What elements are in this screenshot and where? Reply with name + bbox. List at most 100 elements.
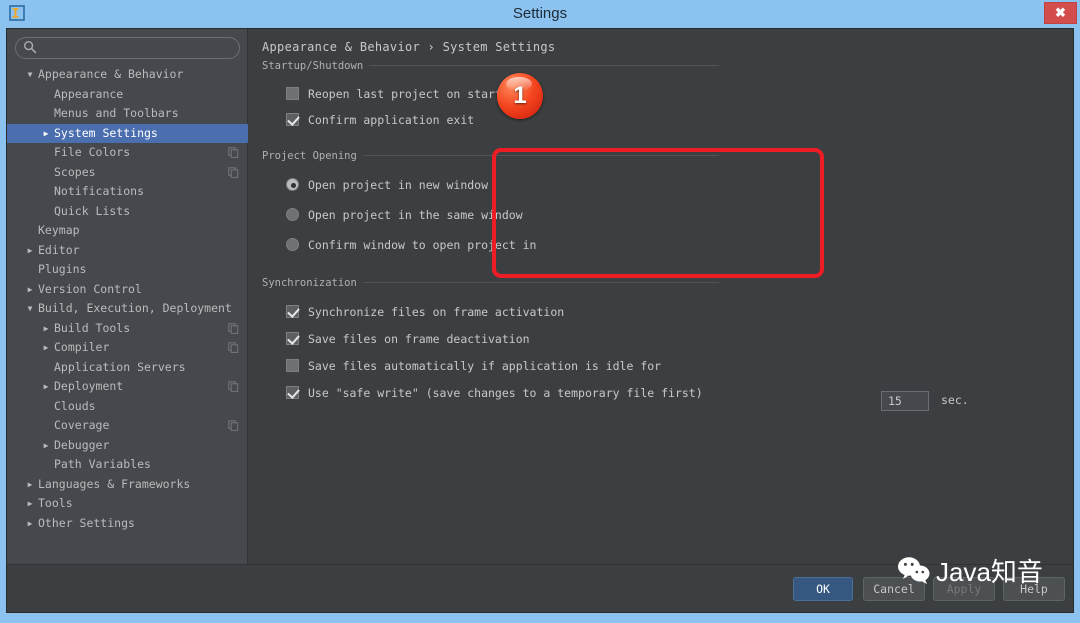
chevron-right-icon[interactable]: ▶ bbox=[24, 280, 36, 300]
settings-window: Settings ✖ ▼ Appearance & Behavior Appeara… bbox=[0, 0, 1080, 623]
dialog-button-bar: OK Cancel Apply Help bbox=[7, 564, 1073, 612]
chevron-right-icon[interactable]: ▶ bbox=[40, 377, 52, 397]
chevron-right-icon[interactable]: ▶ bbox=[24, 475, 36, 495]
copy-settings-icon[interactable] bbox=[228, 322, 239, 334]
sidebar-item-label: Compiler bbox=[54, 340, 110, 354]
sidebar-item-label: Deployment bbox=[54, 379, 124, 393]
highlight-box-project-opening bbox=[492, 148, 824, 278]
sidebar-item-languages-frameworks[interactable]: ▶ Languages & Frameworks bbox=[7, 475, 248, 495]
checkbox-synchronize-on-activation[interactable] bbox=[286, 305, 299, 318]
option-label: Confirm application exit bbox=[308, 113, 475, 127]
sidebar-item-label: Build, Execution, Deployment bbox=[38, 301, 232, 315]
section-rule-synchronization bbox=[359, 282, 719, 283]
ok-button[interactable]: OK bbox=[793, 577, 853, 601]
sidebar-item-application-servers[interactable]: Application Servers bbox=[7, 358, 248, 378]
window-title: Settings bbox=[512, 5, 568, 22]
checkbox-use-safe-write[interactable] bbox=[286, 386, 299, 399]
sidebar-item-label: Coverage bbox=[54, 418, 110, 432]
checkbox-save-automatically-idle[interactable] bbox=[286, 359, 299, 372]
copy-settings-icon[interactable] bbox=[228, 381, 239, 392]
option-label: Open project in the same window bbox=[308, 208, 523, 222]
sidebar-item-label: Scopes bbox=[54, 164, 96, 179]
chevron-right-icon[interactable]: ▶ bbox=[24, 241, 36, 261]
chevron-right-icon[interactable]: ▶ bbox=[40, 319, 52, 339]
chevron-right-icon[interactable]: ▶ bbox=[24, 514, 36, 534]
sidebar-item-label: Application Servers bbox=[54, 359, 186, 374]
sidebar-item-build-execution-deployment[interactable]: ▼ Build, Execution, Deployment bbox=[7, 299, 248, 319]
section-rule-startup bbox=[364, 65, 719, 66]
close-icon[interactable]: ✖ bbox=[1044, 2, 1077, 24]
search-field-wrapper bbox=[15, 36, 240, 59]
sidebar-item-appearance-behavior[interactable]: ▼ Appearance & Behavior bbox=[7, 65, 248, 85]
sidebar-item-label: Appearance bbox=[54, 86, 124, 101]
chevron-right-icon[interactable]: ▶ bbox=[24, 494, 36, 514]
copy-settings-icon[interactable] bbox=[228, 166, 239, 178]
annotation-badge-number: 1 bbox=[513, 82, 527, 109]
settings-sidebar: ▼ Appearance & Behavior Appearance Menus an… bbox=[7, 29, 248, 564]
sidebar-item-label: Plugins bbox=[38, 262, 87, 276]
checkbox-reopen-last-project[interactable] bbox=[286, 87, 299, 100]
sidebar-item-build-tools[interactable]: ▶ Build Tools bbox=[7, 319, 248, 339]
sidebar-item-label: Other Settings bbox=[38, 515, 135, 530]
sidebar-item-quick-lists[interactable]: Quick Lists bbox=[7, 202, 248, 222]
search-input[interactable] bbox=[15, 36, 240, 59]
option-label: Synchronize files on frame activation bbox=[308, 305, 565, 319]
idle-timeout-input[interactable] bbox=[881, 391, 929, 411]
sidebar-item-label: Menus and Toolbars bbox=[54, 106, 179, 120]
radio-open-project-new-window[interactable] bbox=[286, 178, 299, 191]
sidebar-item-label: System Settings bbox=[54, 125, 158, 140]
sidebar-item-appearance[interactable]: Appearance bbox=[7, 85, 248, 105]
sidebar-item-scopes[interactable]: Scopes bbox=[7, 163, 248, 183]
sidebar-item-keymap[interactable]: Keymap bbox=[7, 221, 248, 241]
sidebar-item-clouds[interactable]: Clouds bbox=[7, 397, 248, 417]
sidebar-item-menus-and-toolbars[interactable]: Menus and Toolbars bbox=[7, 104, 248, 124]
dialog-frame: ▼ Appearance & Behavior Appearance Menus an… bbox=[6, 28, 1074, 613]
sidebar-item-label: Path Variables bbox=[54, 457, 151, 471]
chevron-down-icon[interactable]: ▼ bbox=[24, 65, 36, 85]
sidebar-item-coverage[interactable]: Coverage bbox=[7, 416, 248, 436]
sidebar-item-editor[interactable]: ▶ Editor bbox=[7, 241, 248, 261]
sidebar-item-plugins[interactable]: Plugins bbox=[7, 260, 248, 280]
checkbox-save-on-deactivation[interactable] bbox=[286, 332, 299, 345]
sidebar-item-notifications[interactable]: Notifications bbox=[7, 182, 248, 202]
checkbox-confirm-application-exit[interactable] bbox=[286, 113, 299, 126]
apply-button: Apply bbox=[933, 577, 995, 601]
help-button[interactable]: Help bbox=[1003, 577, 1065, 601]
radio-open-project-same-window[interactable] bbox=[286, 208, 299, 221]
sidebar-item-compiler[interactable]: ▶ Compiler bbox=[7, 338, 248, 358]
sidebar-item-file-colors[interactable]: File Colors bbox=[7, 143, 248, 163]
section-title-startup: Startup/Shutdown bbox=[262, 60, 370, 72]
sidebar-item-system-settings[interactable]: ▶ System Settings bbox=[7, 123, 248, 144]
idle-timeout-unit-label: sec. bbox=[941, 393, 969, 407]
sidebar-item-label: Build Tools bbox=[54, 320, 131, 335]
option-label: Use "safe write" (save changes to a temp… bbox=[308, 386, 703, 400]
settings-tree: ▼ Appearance & Behavior Appearance Menus an… bbox=[7, 65, 248, 564]
chevron-right-icon[interactable]: ▶ bbox=[40, 338, 52, 358]
annotation-badge-1: 1 bbox=[497, 73, 543, 119]
copy-settings-icon[interactable] bbox=[228, 420, 239, 431]
title-bar: Settings ✖ bbox=[0, 0, 1080, 28]
sidebar-item-tools[interactable]: ▶ Tools bbox=[7, 494, 248, 514]
sidebar-item-label: Version Control bbox=[38, 281, 142, 296]
sidebar-item-deployment[interactable]: ▶ Deployment bbox=[7, 377, 248, 397]
option-label: Reopen last project on startup bbox=[308, 87, 516, 101]
chevron-right-icon[interactable]: ▶ bbox=[40, 436, 52, 456]
sidebar-item-label: Languages & Frameworks bbox=[38, 476, 191, 491]
option-label: Open project in new window bbox=[308, 178, 489, 192]
cancel-button[interactable]: Cancel bbox=[863, 577, 925, 601]
sidebar-item-label: Debugger bbox=[54, 437, 110, 452]
section-title-synchronization: Synchronization bbox=[262, 277, 363, 289]
section-title-project-opening: Project Opening bbox=[262, 150, 363, 162]
copy-settings-icon[interactable] bbox=[228, 147, 239, 158]
sidebar-item-other-settings[interactable]: ▶ Other Settings bbox=[7, 514, 248, 534]
chevron-right-icon[interactable]: ▶ bbox=[40, 124, 52, 144]
radio-confirm-window-to-open[interactable] bbox=[286, 238, 299, 251]
sidebar-item-version-control[interactable]: ▶ Version Control bbox=[7, 280, 248, 300]
sidebar-item-path-variables[interactable]: Path Variables bbox=[7, 455, 248, 475]
sidebar-item-debugger[interactable]: ▶ Debugger bbox=[7, 436, 248, 456]
section-rule-project-opening bbox=[355, 155, 719, 156]
sidebar-item-label: Tools bbox=[38, 496, 73, 510]
copy-settings-icon[interactable] bbox=[228, 342, 239, 353]
sidebar-item-label: File Colors bbox=[54, 145, 131, 159]
chevron-down-icon[interactable]: ▼ bbox=[24, 299, 36, 319]
